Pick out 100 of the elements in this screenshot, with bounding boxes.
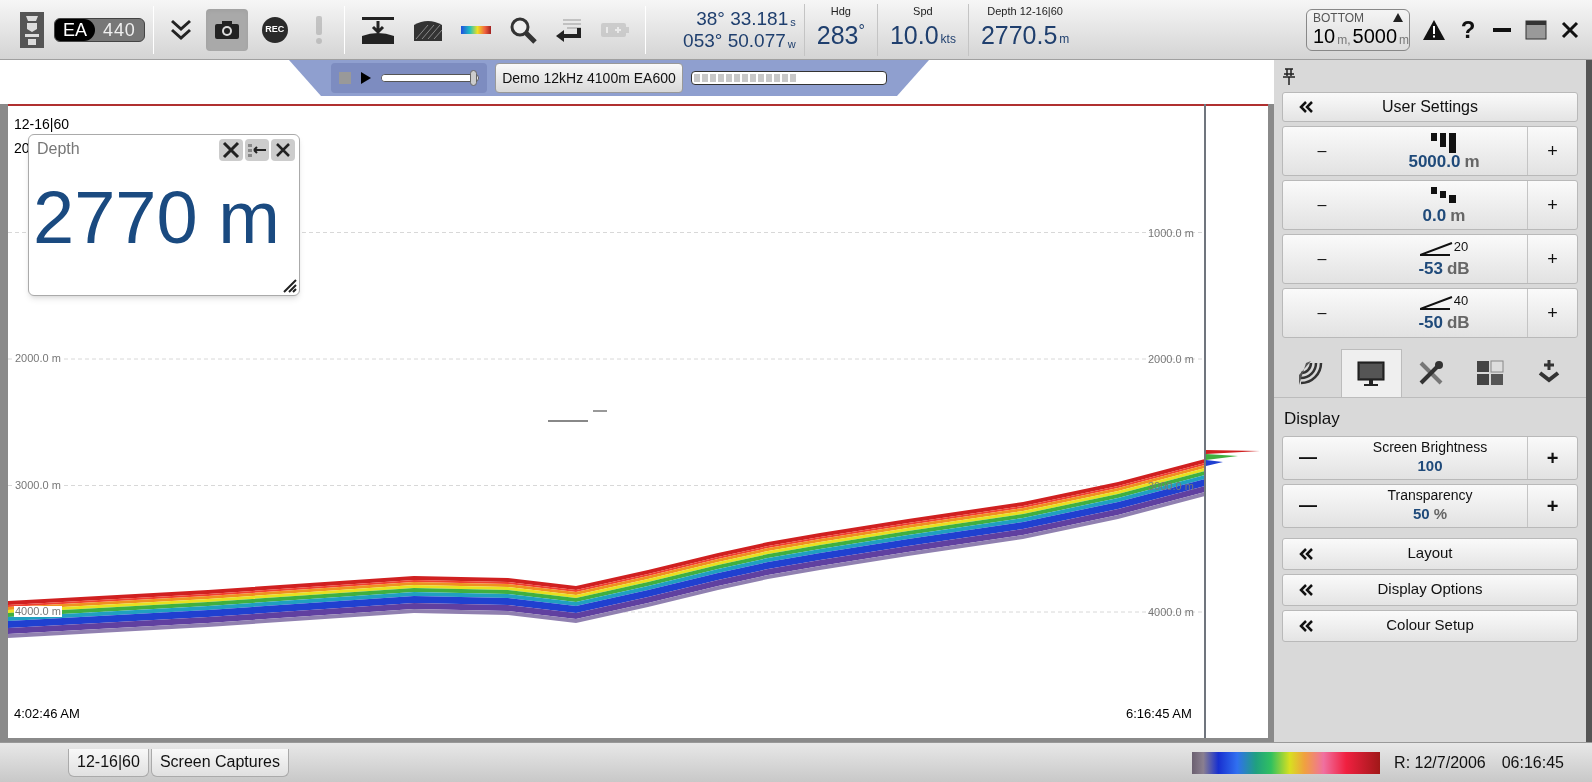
stepper-value: 50 [1413,504,1430,524]
end-time-label: 6:16:45 AM [1126,705,1192,723]
crest-logo-icon [20,11,44,48]
tvg-factor: 20 [1453,239,1469,253]
increase-button[interactable]: + [1527,484,1577,527]
product-prefix: EA [55,18,95,41]
increase-button[interactable]: + [1527,289,1577,337]
decrease-button[interactable]: – [1283,235,1361,283]
widget-settings-button[interactable] [219,139,243,161]
readout-value: 10.0 [889,22,939,48]
tvg-slope-icon [1419,295,1454,310]
camera-tool-button[interactable] [205,8,248,51]
panel-tab[interactable] [1340,349,1402,397]
widget-title: Depth [37,139,80,159]
list-arrow-icon [248,143,266,157]
menu-button[interactable]: Layout [1282,537,1578,570]
range-bars-icon [1431,132,1457,153]
widget-close-button[interactable] [271,139,295,161]
depth-label: 2000.0 m [14,353,62,364]
start-time-label: 4:02:46 AM [14,705,80,723]
double-chevron-icon [169,17,192,42]
battery-icon [600,21,629,38]
hatched-bottom-icon [412,18,443,41]
double-chevron-left-icon [1299,547,1313,560]
increase-button[interactable]: + [1527,436,1577,479]
magnifier-icon [508,15,537,44]
widget-dock-button[interactable] [245,139,269,161]
slider-thumb[interactable] [470,70,478,86]
minimize-icon [1493,27,1511,32]
start-depth-bars-icon [1431,186,1457,203]
user-settings-button[interactable]: User Settings [1282,92,1578,122]
stepper-value: 0.0 [1422,206,1447,224]
depth-label: 4000.0 m [14,606,62,617]
stepper-unit: dB [1446,259,1470,277]
play-icon[interactable] [361,72,372,84]
warning-icon [1423,19,1445,40]
stepper-label: Transparency [1387,487,1473,505]
decrease-button[interactable]: – [1283,181,1361,229]
latitude-hemisphere: s [790,17,796,28]
increase-button[interactable]: + [1527,127,1577,175]
longitude-hemisphere: w [787,39,796,50]
decrease-button[interactable]: – [1283,127,1361,175]
echo-waves-icon [1299,361,1324,385]
latitude-value: 38° 33.181 [696,9,789,28]
layout-grid-icon [1475,360,1504,386]
readout-value: 2770.5 [980,22,1058,48]
recorded-date: R: 12/7/2006 [1394,752,1486,773]
depth-label: 4000.0 m [1148,607,1194,618]
maximize-icon [1525,19,1547,40]
stepper-value: 5000.0 [1408,152,1461,170]
camera-icon [213,19,240,40]
status-tab[interactable]: Screen Captures [150,748,289,777]
stepper-value: -50 [1418,313,1443,331]
readout-label: Depth 12-16|60 [987,5,1063,17]
stepper-unit: m [1464,152,1480,170]
double-chevron-left-icon [1299,619,1313,632]
close-icon [275,142,291,158]
product-model: 440 [102,20,137,39]
tvg-factor: 40 [1453,293,1469,307]
warning-icon [1393,13,1403,22]
depth-label: 2000.0 m [1148,354,1194,365]
menu-button[interactable]: Display Options [1282,573,1578,606]
tvg-slope-icon [1419,241,1454,256]
readout-label: Hdg [830,5,851,17]
status-tab[interactable]: 12-16|60 [68,748,149,777]
readout-value: 283 [816,22,859,48]
decrease-button[interactable]: – [1283,289,1361,337]
monitor-icon [1357,360,1386,387]
close-icon [1561,20,1579,39]
increase-button[interactable]: + [1527,235,1577,283]
menu-button[interactable]: Colour Setup [1282,609,1578,642]
decrease-button[interactable]: — [1283,484,1333,527]
colour-bar-icon [460,25,491,34]
help-button[interactable]: ? [1454,9,1482,50]
depth-label: 3000.0 m [14,479,62,491]
stepper-value: 100 [1417,456,1443,476]
readout-unit: kts [940,30,956,48]
stepper-unit: m [1450,206,1466,224]
readout-label: Spd [913,5,933,17]
stepper-label: Screen Brightness [1372,439,1488,457]
depth-label: 1000.0 m [1148,227,1194,239]
bottom-range-button[interactable]: BOTTOM 10 m,5000m [1306,8,1410,51]
channel-label: 12-16|60 [14,115,69,134]
double-chevron-left-icon [1299,583,1313,596]
depth-value: 2770 m [33,181,280,255]
decrease-button[interactable]: — [1283,436,1333,479]
readout-unit: m [1059,30,1070,48]
longitude-value: 053° 50.077 [683,31,786,50]
stepper-value: -53 [1418,259,1443,277]
resize-grip-icon[interactable] [281,277,297,293]
double-chevron-left-icon [1299,101,1313,113]
stepper-unit: % [1433,504,1447,524]
source-button[interactable]: Demo 12kHz 4100m EA600 [495,63,683,93]
stepper-unit: dB [1446,313,1470,331]
bottom-lock-icon [360,15,395,44]
increase-button[interactable]: + [1527,181,1577,229]
record-button[interactable]: REC [253,8,296,51]
status-time: 06:16:45 [1501,752,1564,773]
pin-icon[interactable] [1282,68,1296,86]
exclamation-icon [314,15,323,44]
